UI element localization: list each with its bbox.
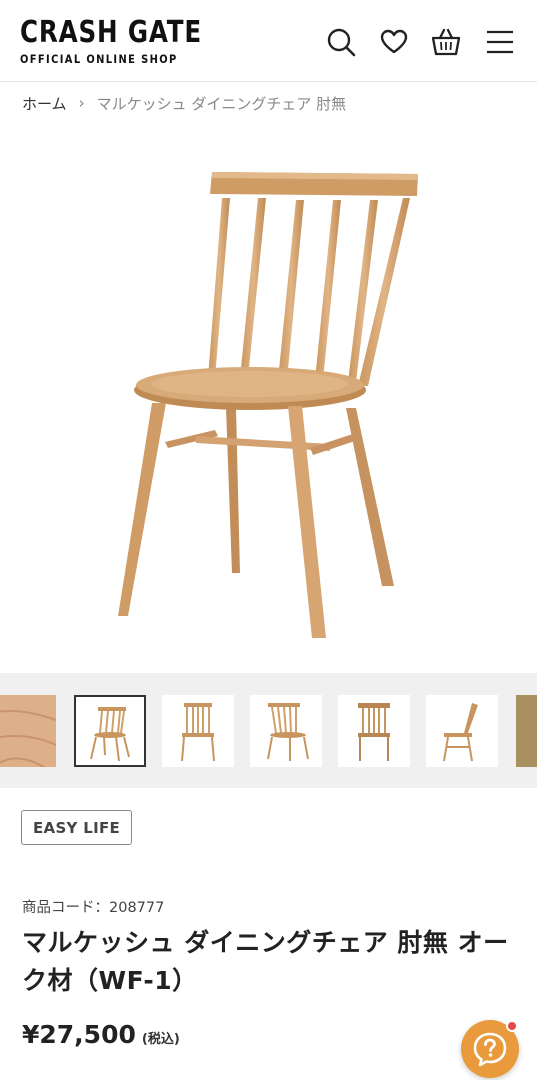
thumbnail-chair-side-angle[interactable] (250, 695, 322, 767)
site-logo[interactable]: CRASH GATE OFFICIAL ONLINE SHOP (20, 15, 242, 67)
product-title: マルケッシュ ダイニングチェア 肘無 オーク材（WF-1） (22, 928, 509, 995)
brand-tag[interactable]: EASY LIFE (21, 810, 133, 845)
thumbnail-wood-detail[interactable] (516, 695, 537, 767)
logo-sub-text: OFFICIAL ONLINE SHOP (20, 52, 178, 66)
breadcrumb-current: マルケッシュ ダイニングチェア 肘無 (96, 94, 347, 113)
main-product-image[interactable] (0, 128, 537, 673)
help-chat-button[interactable] (461, 1020, 519, 1078)
notification-dot (506, 1020, 518, 1032)
logo-main-text: CRASH GATE (20, 15, 203, 50)
search-icon[interactable] (325, 26, 357, 58)
product-price: ¥27,500 (税込) (22, 1020, 180, 1049)
product-code: 商品コード：208777 (22, 900, 165, 916)
price-value: ¥27,500 (22, 1020, 136, 1049)
thumbnail-chair-front[interactable] (162, 695, 234, 767)
thumbnail-wood-texture[interactable] (0, 695, 57, 768)
thumbnail-strip (0, 673, 537, 788)
breadcrumb: ホーム › マルケッシュ ダイニングチェア 肘無 (22, 92, 346, 114)
price-tax-note: (税込) (141, 1032, 180, 1047)
help-question-icon (473, 1032, 507, 1067)
heart-icon[interactable] (378, 26, 410, 58)
menu-icon[interactable] (484, 26, 516, 58)
breadcrumb-separator: › (78, 94, 85, 112)
thumbnail-chair-back[interactable] (338, 695, 410, 767)
chair-image (118, 172, 418, 638)
site-header: CRASH GATE OFFICIAL ONLINE SHOP (0, 0, 537, 82)
basket-icon[interactable] (430, 26, 462, 58)
thumbnail-chair-angle[interactable] (74, 695, 146, 767)
thumbnail-chair-side[interactable] (426, 695, 498, 767)
breadcrumb-home-link[interactable]: ホーム (22, 93, 67, 114)
